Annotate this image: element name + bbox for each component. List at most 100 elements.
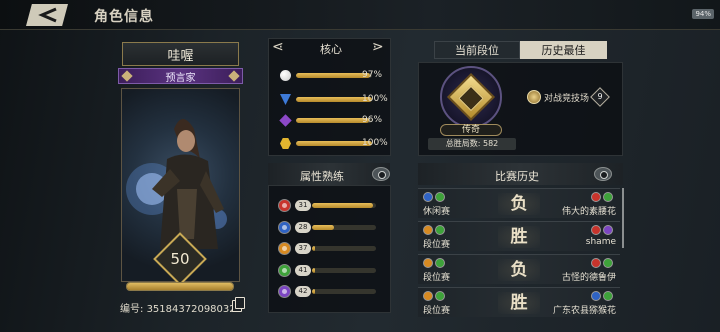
history-eye-icon[interactable] bbox=[594, 167, 612, 181]
mastery-bar-fill bbox=[312, 267, 316, 273]
battery-indicator: 94% bbox=[692, 9, 714, 19]
mastery-level: 37 bbox=[295, 243, 311, 254]
core-bar-fill bbox=[296, 141, 372, 146]
serial-value: 35184372098032 bbox=[146, 304, 236, 315]
orange-element-icon bbox=[278, 242, 291, 255]
mastery-row: 28 bbox=[278, 220, 378, 235]
mastery-level: 41 bbox=[295, 264, 311, 276]
match-row[interactable]: 段位赛 胜广东农县猕猴花 bbox=[418, 287, 620, 317]
core-bar-fill bbox=[296, 97, 372, 102]
blue-element-icon bbox=[278, 220, 291, 234]
arena-icon bbox=[527, 90, 541, 104]
core-bar bbox=[296, 73, 372, 78]
mastery-level: 28 bbox=[295, 221, 311, 233]
next-arrow-icon[interactable]: ⋗ bbox=[372, 40, 384, 54]
hero-class-badge: 预言家 bbox=[118, 68, 243, 84]
mastery-row: 41 bbox=[278, 263, 378, 278]
green-element-icon bbox=[278, 263, 291, 277]
hero-progress-bar bbox=[126, 282, 234, 291]
arena-label: 对战竞技场 bbox=[544, 94, 590, 104]
prev-arrow-icon[interactable]: ⋖ bbox=[272, 40, 284, 54]
mastery-bar bbox=[312, 289, 376, 294]
opponent-element-icon bbox=[603, 258, 613, 268]
mastery-level: 42 bbox=[295, 286, 311, 297]
match-mode: 段位赛 bbox=[423, 306, 451, 316]
back-button[interactable] bbox=[26, 4, 68, 26]
gold-hexagon-icon bbox=[280, 138, 291, 149]
wins-value: 582 bbox=[482, 139, 499, 148]
match-row[interactable]: 段位赛 胜 shame bbox=[418, 221, 620, 251]
blue-triangle-icon bbox=[280, 94, 291, 105]
core-row: 100% bbox=[280, 138, 388, 150]
my-element-icon bbox=[435, 291, 445, 301]
hero-card[interactable]: 哇喔 预言家 50 bbox=[118, 42, 243, 294]
opponent-element-icon bbox=[603, 225, 613, 235]
core-percent: 100% bbox=[362, 94, 388, 104]
my-element-icon bbox=[435, 225, 445, 235]
core-bar bbox=[296, 118, 372, 123]
match-result: 胜 bbox=[510, 293, 528, 313]
opponent-name: shame bbox=[585, 237, 616, 247]
mastery-bar bbox=[312, 246, 376, 251]
mastery-level: 31 bbox=[295, 200, 311, 211]
serial-label: 编号: bbox=[120, 304, 144, 315]
purple-element-icon bbox=[278, 285, 291, 298]
hero-name: 哇喔 bbox=[122, 42, 239, 66]
opponent-element-icon bbox=[603, 291, 613, 301]
opponent-element-icon bbox=[591, 291, 601, 301]
mastery-bar-fill bbox=[312, 246, 316, 251]
tab-current-rank[interactable]: 当前段位 bbox=[434, 41, 520, 59]
opponent-element-icon bbox=[591, 258, 601, 268]
core-bar bbox=[296, 141, 372, 146]
core-row: 100% bbox=[280, 94, 388, 106]
mastery-bar-fill bbox=[312, 289, 316, 294]
mastery-bar bbox=[312, 203, 376, 208]
back-arrow-icon bbox=[38, 7, 57, 23]
total-wins: 总胜局数: 582 bbox=[428, 138, 516, 150]
core-row: 97% bbox=[280, 70, 385, 82]
mastery-bar-fill bbox=[312, 224, 335, 230]
core-percent: 96% bbox=[362, 115, 383, 125]
match-row[interactable]: 休闲赛 负伟大的素腰花 bbox=[418, 188, 620, 218]
tab-best-rank[interactable]: 历史最佳 bbox=[520, 41, 607, 59]
hero-level: 50 bbox=[170, 250, 190, 268]
red-element-icon bbox=[278, 199, 291, 212]
core-percent: 100% bbox=[362, 138, 388, 148]
core-bar-fill bbox=[296, 118, 369, 123]
page-title: 角色信息 bbox=[94, 9, 154, 25]
silver-orb-icon bbox=[280, 70, 291, 81]
mastery-row: 31 bbox=[278, 199, 378, 213]
my-element-icon bbox=[423, 291, 433, 301]
wins-label: 总胜局数: bbox=[445, 139, 481, 148]
history-title: 比赛历史 bbox=[495, 170, 539, 183]
mastery-row: 37 bbox=[278, 242, 378, 256]
opponent-name: 伟大的素腰花 bbox=[561, 207, 616, 217]
rank-tier-name: 传奇 bbox=[440, 124, 502, 136]
match-result: 胜 bbox=[510, 227, 528, 247]
serial-number: 编号: 35184372098032 bbox=[120, 300, 236, 315]
mastery-row: 42 bbox=[278, 285, 378, 299]
opponent-element-icon bbox=[603, 192, 613, 202]
opponent-element-icon bbox=[591, 192, 601, 202]
match-row[interactable]: 段位赛 负古怪的德鲁伊 bbox=[418, 254, 620, 284]
arena-count: 9 bbox=[597, 92, 603, 101]
my-element-icon bbox=[435, 258, 445, 268]
mastery-title: 属性熟练 bbox=[300, 170, 344, 183]
mastery-bar bbox=[312, 267, 376, 273]
match-result: 负 bbox=[510, 260, 528, 280]
copy-icon[interactable] bbox=[232, 297, 245, 312]
top-bar: 角色信息 94% bbox=[0, 0, 720, 30]
my-element-icon bbox=[423, 225, 433, 235]
purple-gem-icon bbox=[279, 114, 292, 127]
my-element-icon bbox=[423, 258, 433, 268]
history-scrollbar[interactable] bbox=[622, 188, 624, 248]
core-bar bbox=[296, 97, 372, 102]
hero-progress-fill bbox=[127, 283, 233, 290]
mastery-eye-icon[interactable] bbox=[372, 167, 390, 181]
match-mode: 段位赛 bbox=[423, 273, 451, 283]
match-result: 负 bbox=[510, 194, 528, 214]
my-element-icon bbox=[435, 192, 445, 202]
core-percent: 97% bbox=[362, 70, 383, 80]
opponent-element-icon bbox=[591, 225, 601, 235]
opponent-name: 广东农县猕猴花 bbox=[552, 306, 616, 316]
